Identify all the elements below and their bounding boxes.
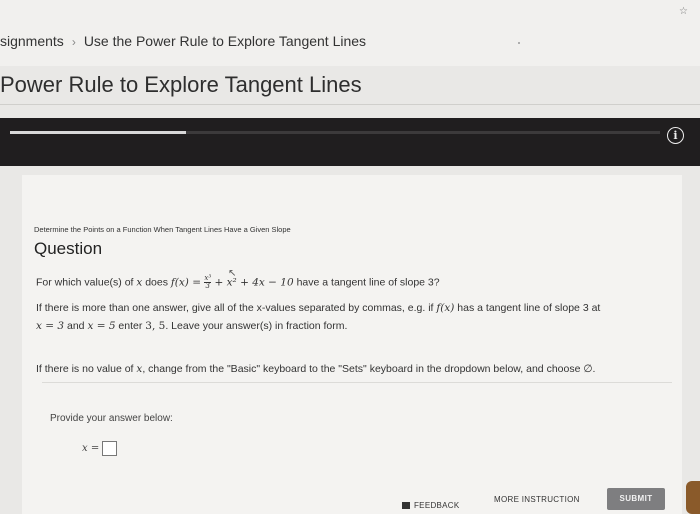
instruction-text: and bbox=[64, 320, 88, 332]
divider bbox=[0, 104, 700, 105]
instruction-line-3: If there is no value of x, change from t… bbox=[36, 363, 595, 375]
function-name: f(x) bbox=[436, 302, 455, 314]
instruction-text: If there is more than one answer, give a… bbox=[36, 302, 437, 314]
prompt-text: does bbox=[142, 276, 171, 289]
instruction-text: has a tangent line of slope 3 at bbox=[454, 302, 601, 314]
instruction-text: , change from the "Basic" keyboard to th… bbox=[142, 363, 596, 375]
submit-button[interactable]: SUBMIT bbox=[607, 488, 665, 510]
page-title: Power Rule to Explore Tangent Lines bbox=[0, 72, 362, 97]
breadcrumb-assignments-link[interactable]: signments bbox=[0, 33, 64, 49]
breadcrumb-separator: › bbox=[71, 35, 76, 49]
decorative-dot bbox=[518, 42, 520, 44]
side-tab[interactable] bbox=[686, 481, 700, 514]
answer-prompt-label: Provide your answer below: bbox=[50, 413, 173, 424]
star-icon[interactable]: ☆ bbox=[679, 6, 688, 17]
feedback-button[interactable]: FEEDBACK bbox=[402, 501, 460, 510]
instruction-text: If there is no value of bbox=[36, 363, 137, 375]
divider bbox=[42, 382, 672, 383]
prompt-text: have a tangent line of slope 3? bbox=[293, 276, 440, 289]
feedback-label: FEEDBACK bbox=[414, 501, 460, 510]
answer-label: x = bbox=[82, 443, 100, 454]
math-expression: x = 3 bbox=[36, 320, 65, 332]
instruction-text: enter bbox=[115, 320, 146, 332]
function-name: f(x) = bbox=[170, 276, 205, 289]
question-subheading: Determine the Points on a Function When … bbox=[34, 225, 291, 234]
top-bar: signments › Use the Power Rule to Explore … bbox=[0, 0, 700, 66]
function-polynomial: + x² + 4x − 10 bbox=[211, 276, 294, 289]
question-card: Determine the Points on a Function When … bbox=[22, 175, 682, 514]
breadcrumb-current: Use the Power Rule to Explore Tangent Li… bbox=[83, 33, 367, 49]
math-expression: x = 5 bbox=[87, 320, 116, 332]
question-prompt: For which value(s) of x does f(x) = x³ 3 … bbox=[36, 275, 440, 290]
cursor-icon: ↖ bbox=[228, 268, 237, 279]
answer-row: x = bbox=[82, 441, 118, 456]
progress-track[interactable] bbox=[10, 131, 660, 134]
more-instruction-button[interactable]: MORE INSTRUCTION bbox=[494, 495, 580, 504]
question-heading: Question bbox=[34, 239, 103, 258]
instruction-line-2: x = 3 and x = 5 enter 3, 5. Leave your a… bbox=[36, 320, 347, 332]
prompt-text: For which value(s) of bbox=[36, 276, 137, 289]
instruction-text: . Leave your answer(s) in fraction form. bbox=[165, 320, 348, 332]
feedback-icon bbox=[402, 502, 410, 510]
instruction-line-1: If there is more than one answer, give a… bbox=[36, 302, 600, 314]
info-icon[interactable]: i bbox=[667, 127, 684, 144]
breadcrumb: signments › Use the Power Rule to Explore … bbox=[0, 33, 366, 49]
progress-fill bbox=[10, 131, 186, 134]
answer-input[interactable] bbox=[102, 441, 118, 456]
math-expression: 3, 5 bbox=[145, 320, 166, 332]
video-player-bar[interactable]: i bbox=[0, 118, 700, 166]
